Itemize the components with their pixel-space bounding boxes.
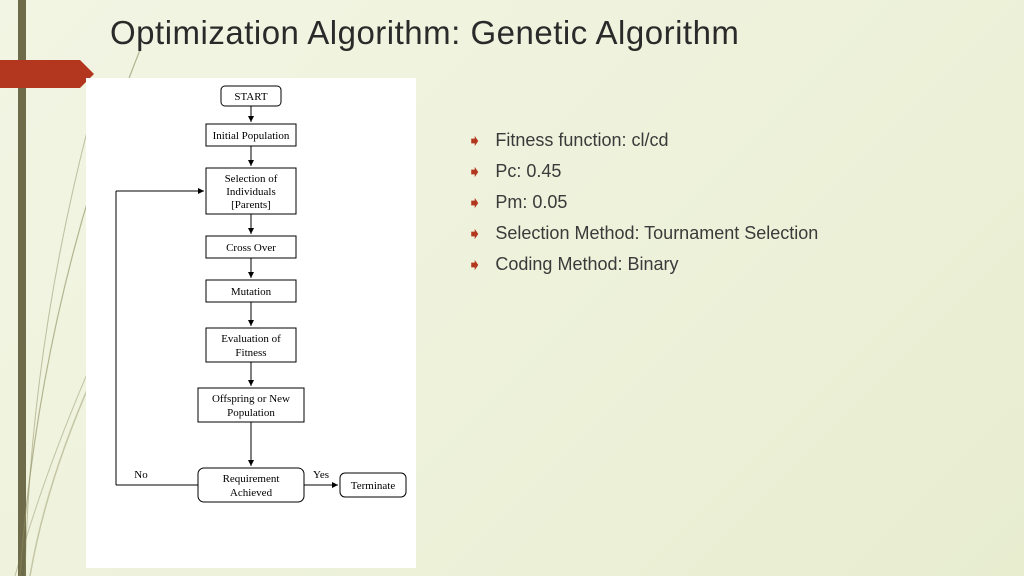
bullet-item: ➧ Pc: 0.45: [468, 161, 968, 182]
fc-sel2: Individuals: [226, 186, 276, 198]
fc-req2: Achieved: [230, 487, 273, 499]
bullet-arrow-icon: ➧: [467, 131, 483, 151]
fc-sel3: [Parents]: [231, 199, 271, 211]
fc-off1: Offspring or New: [212, 393, 290, 405]
bullet-text: Selection Method: Tournament Selection: [495, 223, 818, 244]
accent-arrow: [0, 60, 80, 88]
fc-yes: Yes: [313, 469, 329, 481]
bullet-list: ➧ Fitness function: cl/cd ➧ Pc: 0.45 ➧ P…: [468, 130, 968, 285]
bullet-arrow-icon: ➧: [467, 162, 483, 182]
slide-title: Optimization Algorithm: Genetic Algorith…: [110, 14, 739, 52]
fc-eval2: Fitness: [235, 347, 266, 359]
bullet-item: ➧ Pm: 0.05: [468, 192, 968, 213]
fc-req1: Requirement: [223, 473, 280, 485]
bullet-arrow-icon: ➧: [467, 224, 483, 244]
fc-initial: Initial Population: [213, 130, 290, 142]
bullet-item: ➧ Selection Method: Tournament Selection: [468, 223, 968, 244]
fc-terminate: Terminate: [351, 480, 396, 492]
flowchart-diagram: START Initial Population Selection of In…: [86, 78, 416, 568]
fc-eval1: Evaluation of: [221, 333, 281, 345]
bullet-arrow-icon: ➧: [467, 255, 483, 275]
bullet-item: ➧ Fitness function: cl/cd: [468, 130, 968, 151]
fc-off2: Population: [227, 407, 275, 419]
fc-crossover: Cross Over: [226, 242, 276, 254]
fc-mutation: Mutation: [231, 286, 272, 298]
bullet-item: ➧ Coding Method: Binary: [468, 254, 968, 275]
bullet-text: Coding Method: Binary: [495, 254, 678, 275]
bullet-text: Pm: 0.05: [495, 192, 567, 213]
bullet-text: Pc: 0.45: [495, 161, 561, 182]
fc-no: No: [134, 469, 148, 481]
bullet-arrow-icon: ➧: [467, 193, 483, 213]
fc-sel1: Selection of: [225, 173, 278, 185]
bullet-text: Fitness function: cl/cd: [495, 130, 668, 151]
fc-start: START: [234, 91, 268, 103]
